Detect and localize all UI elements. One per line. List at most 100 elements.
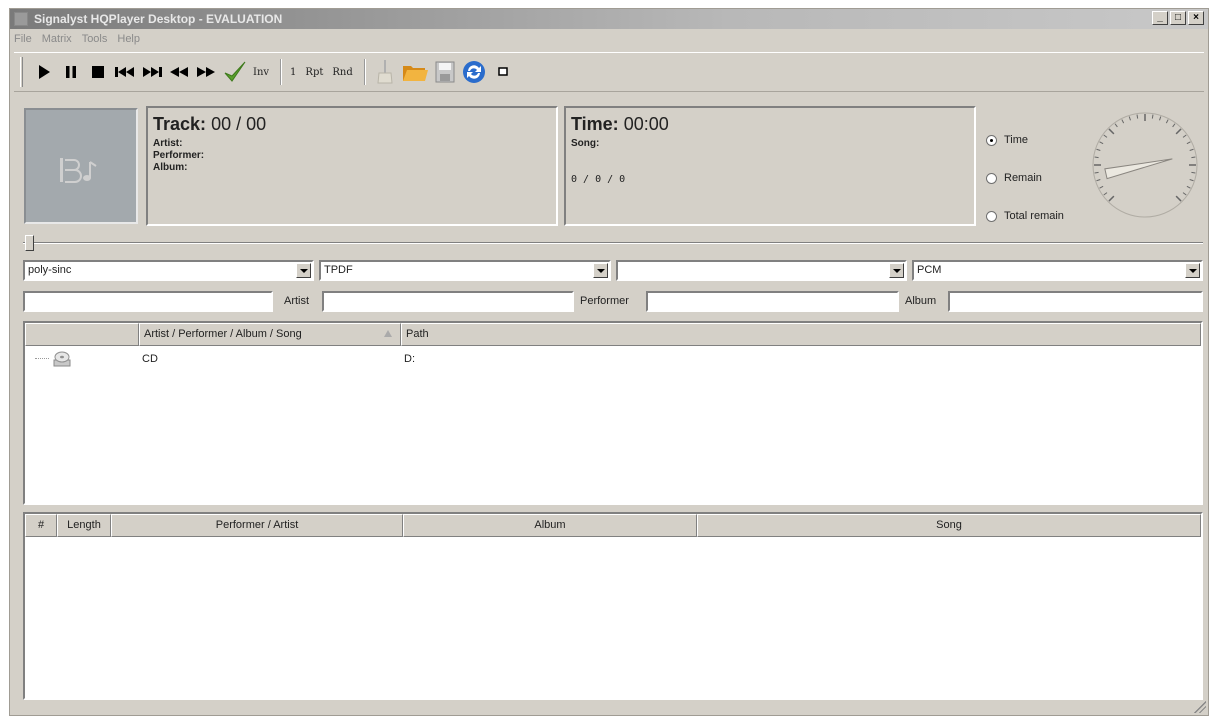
artist-label: Artist:: [153, 138, 183, 149]
track-label: Track:: [153, 114, 207, 134]
column-header-number[interactable]: #: [25, 514, 57, 537]
library-cell-path: D:: [404, 353, 415, 365]
tree-branch-line: [35, 358, 49, 359]
dither-select[interactable]: TPDF: [319, 260, 611, 281]
mode-value: PCM: [917, 264, 942, 276]
album-label: Album:: [153, 162, 188, 173]
pause-icon: [66, 66, 76, 78]
chevron-down-icon[interactable]: [1185, 263, 1200, 278]
chevron-down-icon[interactable]: [593, 263, 608, 278]
maximize-button[interactable]: □: [1170, 11, 1186, 25]
invert-toggle[interactable]: Inv: [253, 67, 269, 78]
checkmark-icon: [224, 61, 246, 82]
menu-help[interactable]: Help: [117, 30, 140, 48]
album-filter-label: Album: [905, 295, 937, 307]
library-tree[interactable]: Artist / Performer / Album / Song Path C…: [23, 321, 1203, 505]
performer-label: Performer:: [153, 150, 205, 161]
play-button[interactable]: [33, 58, 55, 86]
artist-filter-input[interactable]: [322, 291, 574, 312]
artist-filter-label: Artist: [284, 295, 310, 307]
radio-total-remain[interactable]: Total remain: [986, 197, 1064, 235]
library-header: Artist / Performer / Album / Song Path: [25, 323, 1201, 346]
save-icon: [435, 61, 455, 83]
toolbar-grip[interactable]: [20, 57, 23, 87]
resize-grip[interactable]: [1194, 701, 1206, 713]
rewind-icon: [170, 67, 188, 77]
playlist-table[interactable]: # Length Performer / Artist Album Song: [23, 512, 1203, 700]
title-bar[interactable]: Signalyst HQPlayer Desktop - EVALUATION …: [10, 9, 1208, 29]
dial-tick: [1136, 114, 1139, 119]
seek-track: [23, 242, 1203, 244]
open-button[interactable]: [401, 58, 429, 86]
mode-select[interactable]: PCM: [912, 260, 1203, 281]
menu-file[interactable]: File: [14, 30, 32, 48]
column-header-length[interactable]: Length: [57, 514, 111, 537]
volume-dial[interactable]: [1086, 106, 1204, 224]
radio-time[interactable]: Time: [986, 121, 1064, 159]
chevron-down-icon[interactable]: [296, 263, 311, 278]
dial-tick: [1094, 156, 1099, 159]
menu-bar: File Matrix Tools Help: [10, 30, 140, 48]
menu-matrix[interactable]: Matrix: [42, 30, 72, 48]
transport-toolbar: Inv 1 Rpt Rnd: [14, 52, 1204, 92]
display-window-button[interactable]: [492, 58, 514, 86]
dial-tick: [1191, 171, 1196, 174]
seek-handle[interactable]: [25, 235, 34, 251]
performer-filter-label: Performer: [580, 295, 629, 307]
next-track-button[interactable]: [141, 58, 163, 86]
apply-button[interactable]: [222, 58, 248, 86]
repeat-toggle[interactable]: Rpt: [305, 67, 323, 78]
time-label: Time:: [571, 114, 619, 134]
stop-button[interactable]: [87, 58, 109, 86]
library-cell-name: CD: [142, 353, 158, 365]
filter-select[interactable]: poly-sinc: [23, 260, 314, 281]
column-header-label: Artist / Performer / Album / Song: [144, 328, 302, 340]
skip-back-icon: [115, 67, 134, 77]
search-input[interactable]: [23, 291, 273, 312]
radio-label-remain: Remain: [1004, 172, 1042, 184]
minimize-button[interactable]: _: [1152, 11, 1168, 25]
seek-slider[interactable]: [23, 235, 1203, 253]
column-header-path[interactable]: Path: [401, 323, 1201, 346]
column-header-artist-performer-album-song[interactable]: Artist / Performer / Album / Song: [139, 323, 401, 346]
radio-remain[interactable]: Remain: [986, 159, 1064, 197]
filter-value: poly-sinc: [28, 264, 72, 276]
single-toggle[interactable]: 1: [290, 67, 296, 78]
fast-forward-icon: [197, 67, 215, 77]
library-row[interactable]: CD D:: [25, 350, 1201, 368]
window-controls: _ □ ×: [1152, 11, 1204, 25]
performer-filter-input[interactable]: [646, 291, 899, 312]
column-header-album[interactable]: Album: [403, 514, 697, 537]
random-toggle[interactable]: Rnd: [332, 67, 352, 78]
album-art: [24, 108, 138, 224]
time-value: 00:00: [623, 114, 669, 134]
play-icon: [39, 65, 50, 79]
dither-value: TPDF: [324, 264, 353, 276]
column-header-song[interactable]: Song: [697, 514, 1201, 537]
dial-tick: [1151, 114, 1154, 119]
radio-label-time: Time: [1004, 134, 1029, 146]
pause-button[interactable]: [60, 58, 82, 86]
menu-tools[interactable]: Tools: [82, 30, 108, 48]
window-title: Signalyst HQPlayer Desktop - EVALUATION: [34, 12, 283, 26]
refresh-button[interactable]: [461, 58, 487, 86]
fast-forward-button[interactable]: [195, 58, 217, 86]
album-filter-input[interactable]: [948, 291, 1203, 312]
column-header-icon[interactable]: [25, 323, 139, 346]
sort-ascending-icon: [384, 330, 392, 337]
song-label: Song:: [571, 138, 600, 149]
save-button[interactable]: [434, 58, 456, 86]
column-header-performer-artist[interactable]: Performer / Artist: [111, 514, 403, 537]
radio-label-total-remain: Total remain: [1004, 210, 1064, 222]
previous-track-button[interactable]: [114, 58, 136, 86]
chevron-down-icon[interactable]: [889, 263, 904, 278]
radio-button[interactable]: [986, 134, 997, 146]
skip-forward-icon: [143, 67, 162, 77]
close-button[interactable]: ×: [1188, 11, 1204, 25]
clear-playlist-button[interactable]: [374, 58, 396, 86]
radio-button[interactable]: [986, 172, 997, 184]
output-select[interactable]: [616, 260, 907, 281]
main-window: Signalyst HQPlayer Desktop - EVALUATION …: [9, 8, 1209, 716]
rewind-button[interactable]: [168, 58, 190, 86]
radio-button[interactable]: [986, 210, 997, 222]
